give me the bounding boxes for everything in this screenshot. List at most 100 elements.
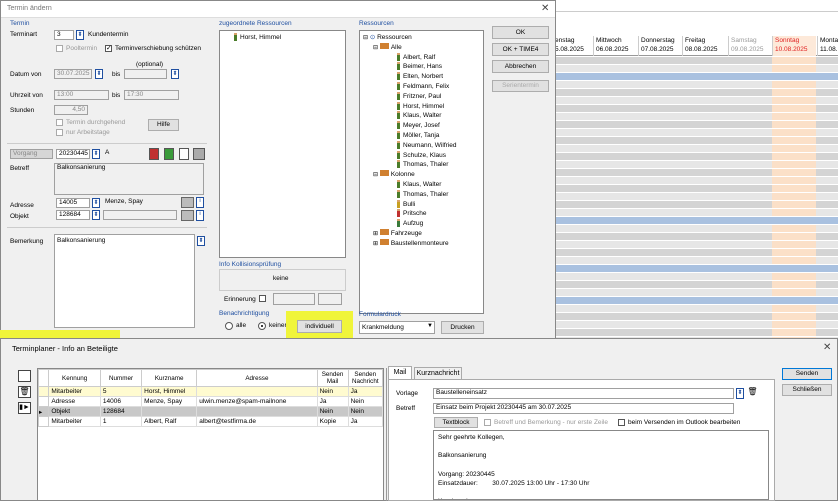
calendar-day-header[interactable]: Samstag 09.08.2025 bbox=[728, 36, 772, 56]
table-cell[interactable]: Nein bbox=[316, 406, 349, 417]
datum-bis-spin[interactable]: ⬍ bbox=[171, 69, 179, 79]
betreff-bemerkung-checkbox[interactable] bbox=[484, 419, 491, 426]
adresse-info-icon[interactable]: i bbox=[196, 197, 204, 208]
tree-person[interactable]: Schulze, Klaus bbox=[397, 150, 446, 160]
vorgang-suffix[interactable]: A bbox=[103, 149, 141, 159]
vorlage-input[interactable]: Baustelleneinsatz bbox=[433, 388, 734, 399]
document-icon[interactable] bbox=[179, 148, 189, 160]
sunday-cell[interactable] bbox=[772, 65, 816, 72]
zugeordnet-item[interactable]: Horst, Himmel bbox=[234, 33, 281, 42]
close-icon[interactable]: ✕ bbox=[541, 3, 549, 14]
radio-alle[interactable] bbox=[225, 322, 233, 330]
tab-kurznachricht[interactable]: Kurznachricht bbox=[414, 367, 462, 379]
datum-bis-input[interactable] bbox=[124, 69, 167, 79]
sunday-cell[interactable] bbox=[772, 209, 816, 216]
textblock-button[interactable]: Textblock bbox=[434, 417, 478, 428]
terminart-spin[interactable]: ⬍ bbox=[76, 30, 84, 40]
adresse-spin[interactable]: ⬍ bbox=[92, 198, 100, 208]
tree-person[interactable]: Elten, Norbert bbox=[397, 72, 443, 81]
tree-person[interactable]: Möller, Tanja bbox=[397, 131, 439, 140]
table-row[interactable]: Adresse 14006 Menze, Spay ulwin.menze@spam-… bbox=[37, 396, 384, 407]
adresse-input[interactable]: 14005 bbox=[56, 198, 90, 208]
vorgang-input[interactable]: 20230445 bbox=[56, 149, 90, 159]
hilfe-button[interactable]: Hilfe bbox=[148, 119, 179, 131]
trash-icon[interactable]: 🗑 bbox=[747, 387, 758, 399]
erinnerung-date[interactable] bbox=[273, 293, 315, 305]
tree-group-alle[interactable]: ⊟ Alle bbox=[373, 42, 402, 52]
table-cell[interactable]: Nein bbox=[316, 386, 349, 397]
table-cell[interactable]: Adresse bbox=[48, 396, 101, 407]
vorgang-select[interactable]: Vorgang bbox=[10, 149, 53, 159]
table-cell[interactable]: 128684 bbox=[99, 406, 143, 417]
senden-button[interactable]: Senden bbox=[782, 368, 832, 380]
sunday-cell[interactable] bbox=[772, 249, 816, 256]
tree-person[interactable]: Albert, Ralf bbox=[397, 52, 435, 62]
serientermin-button[interactable]: Serientermin bbox=[492, 80, 549, 92]
calendar-day-header[interactable]: Sonntag 10.08.2025 bbox=[772, 36, 816, 56]
calendar-day-header[interactable]: Monta 11.08. bbox=[817, 36, 838, 56]
tree-item-kolonne[interactable]: Klaus, Walter bbox=[397, 180, 441, 189]
table-cell[interactable]: Objekt bbox=[48, 406, 101, 417]
tree-group-fahrzeuge[interactable]: ⊞ Fahrzeuge bbox=[373, 229, 422, 238]
table-cell[interactable]: Albert, Ralf bbox=[141, 416, 198, 427]
pooltermin-checkbox[interactable] bbox=[56, 45, 63, 52]
ok-button[interactable]: OK bbox=[492, 26, 549, 39]
datum-von-input[interactable]: 30.07.2025 bbox=[54, 69, 92, 79]
drucken-button[interactable]: Drucken bbox=[441, 321, 484, 334]
sunday-cell[interactable] bbox=[772, 97, 816, 104]
terminart-input[interactable]: 3 bbox=[54, 30, 74, 40]
trash-icon[interactable]: 🗑 bbox=[18, 386, 31, 398]
tree-root[interactable]: ⊟ ⊙ Ressourcen bbox=[363, 33, 412, 42]
table-cell[interactable]: 5 bbox=[99, 386, 143, 397]
table-cell[interactable]: ulwin.menze@spam-mailnone bbox=[196, 396, 318, 407]
sunday-cell[interactable] bbox=[772, 201, 816, 208]
bemerkung-spin[interactable]: ⬍ bbox=[197, 236, 205, 246]
tree-group-kolonne[interactable]: ⊟ Kolonne bbox=[373, 170, 415, 179]
tree-person[interactable]: Beimer, Hans bbox=[397, 62, 442, 71]
objekt-input[interactable]: 128684 bbox=[56, 210, 90, 220]
sunday-cell[interactable] bbox=[772, 129, 816, 136]
adresse-card-icon[interactable] bbox=[181, 197, 194, 208]
formular-select[interactable]: Krankmeldung bbox=[359, 321, 435, 334]
sunday-cell[interactable] bbox=[772, 113, 816, 120]
objekt-spin[interactable]: ⬍ bbox=[92, 210, 100, 220]
table-cell[interactable]: Ja bbox=[316, 396, 349, 407]
table-cell[interactable]: Nein bbox=[347, 406, 384, 417]
sunday-cell[interactable] bbox=[772, 225, 816, 232]
table-cell[interactable] bbox=[141, 406, 198, 417]
sunday-cell[interactable] bbox=[772, 121, 816, 128]
calendar-row[interactable] bbox=[552, 73, 838, 81]
table-cell[interactable] bbox=[196, 386, 318, 397]
column-header[interactable]: Nummer bbox=[99, 369, 143, 387]
verschiebung-checkbox[interactable]: ✓ bbox=[105, 45, 112, 52]
sunday-cell[interactable] bbox=[772, 241, 816, 248]
new-icon[interactable] bbox=[18, 370, 31, 382]
sunday-cell[interactable] bbox=[772, 273, 816, 280]
calendar-day-header[interactable]: Mittwoch 06.08.2025 bbox=[593, 36, 637, 56]
sunday-cell[interactable] bbox=[772, 305, 816, 312]
column-header[interactable]: Senden Mail bbox=[316, 369, 349, 387]
tree-person[interactable]: Meyer, Josef bbox=[397, 121, 440, 130]
column-header[interactable]: Kurzname bbox=[141, 369, 198, 387]
column-header[interactable]: Adresse bbox=[196, 369, 318, 387]
abbrechen-button[interactable]: Abbrechen bbox=[492, 60, 549, 73]
sunday-cell[interactable] bbox=[772, 233, 816, 240]
calendar-day-header[interactable]: Freitag 08.08.2025 bbox=[682, 36, 726, 56]
calendar-row[interactable] bbox=[552, 297, 838, 305]
durchgehend-checkbox[interactable] bbox=[56, 119, 63, 126]
table-cell[interactable]: Horst, Himmel bbox=[141, 386, 198, 397]
table-cell[interactable]: albert@testfirma.de bbox=[196, 416, 318, 427]
tree-item-kolonne[interactable]: Thomas, Thaler bbox=[397, 189, 448, 199]
sunday-cell[interactable] bbox=[772, 329, 816, 336]
sunday-cell[interactable] bbox=[772, 321, 816, 328]
tree-person[interactable]: Feldmann, Felix bbox=[397, 82, 449, 91]
mail-body[interactable]: Sehr geehrte Kollegen, Balkonsanierung V… bbox=[433, 430, 769, 500]
table-row[interactable]: Mitarbeiter 1 Albert, Ralf albert@testfirma… bbox=[37, 416, 384, 427]
objekt-card-icon[interactable] bbox=[181, 210, 194, 221]
calendar-row[interactable] bbox=[552, 265, 838, 273]
tree-person[interactable]: Klaus, Walter bbox=[397, 111, 441, 120]
schliessen-button[interactable]: Schließen bbox=[782, 384, 832, 396]
vorlage-spin[interactable]: ⬍ bbox=[736, 388, 744, 399]
sunday-cell[interactable] bbox=[772, 169, 816, 176]
objekt-info-icon[interactable]: i bbox=[196, 210, 204, 221]
